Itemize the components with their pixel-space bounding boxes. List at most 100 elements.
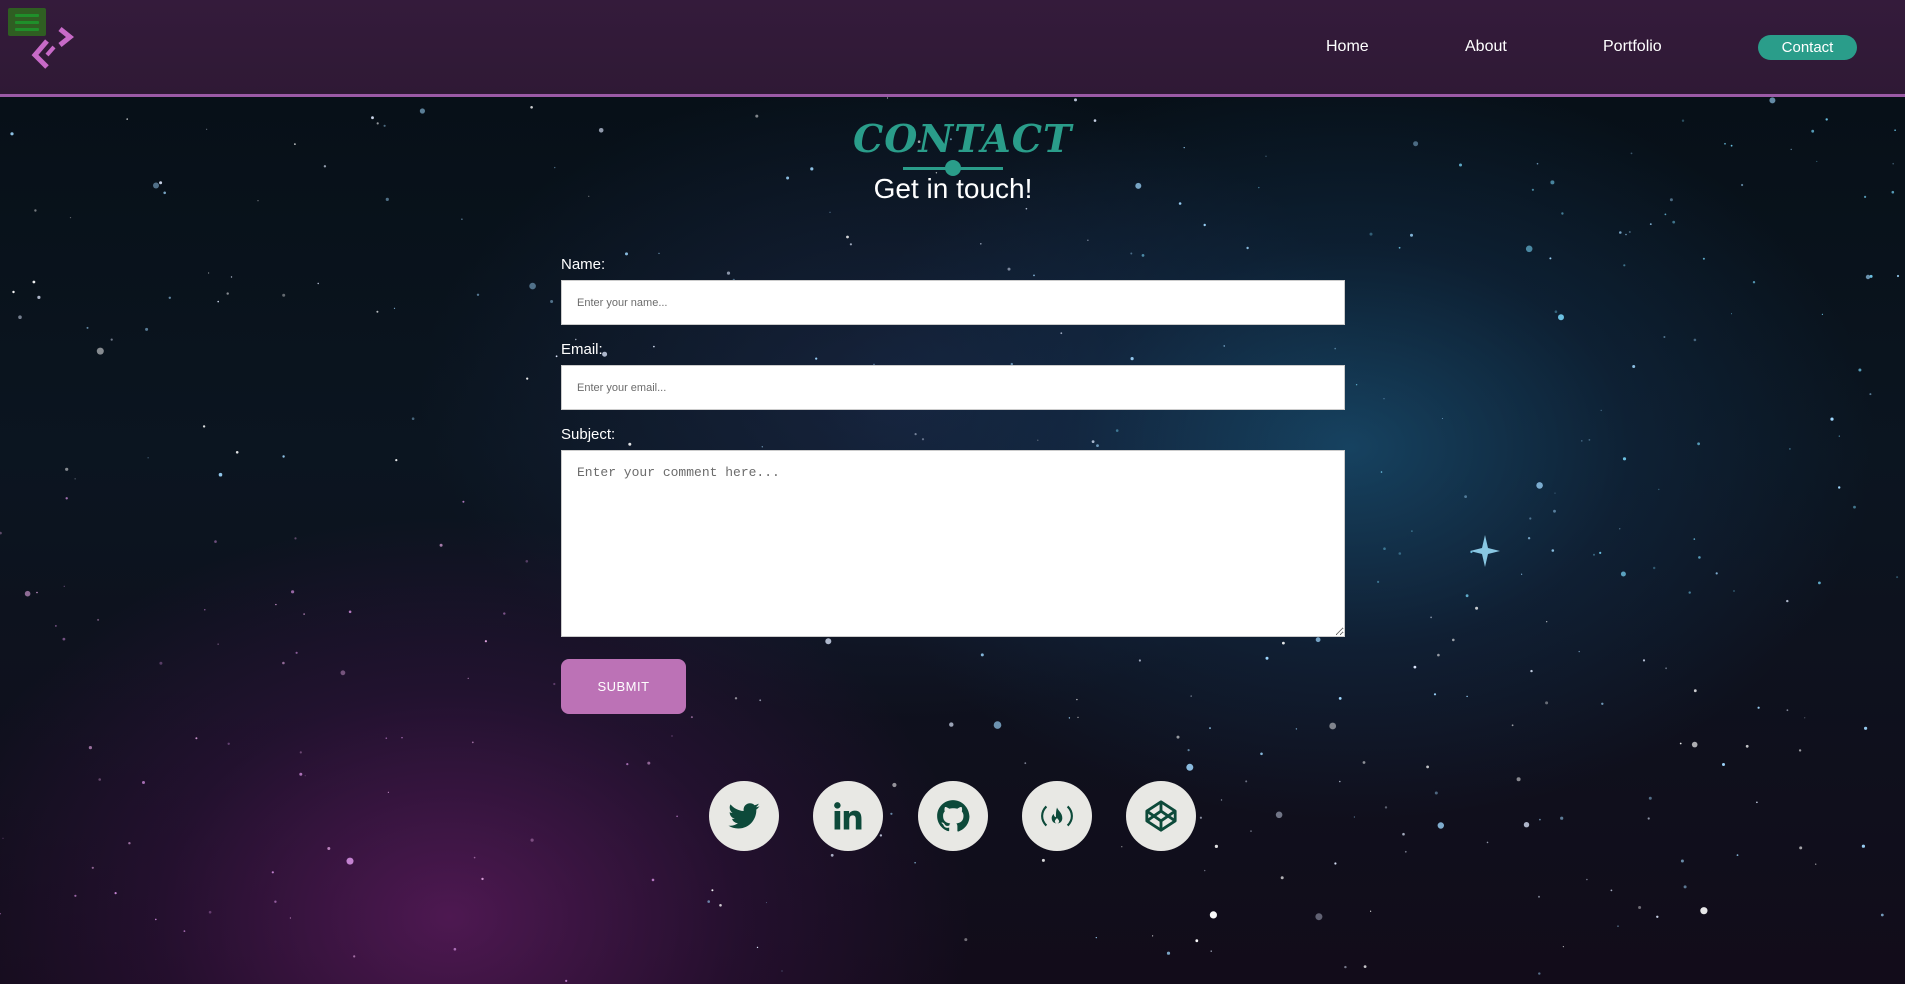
star <box>1656 915 1659 918</box>
star <box>1413 141 1419 147</box>
email-label: Email: <box>561 341 603 358</box>
star <box>1786 709 1789 712</box>
nav-about[interactable]: About <box>1465 34 1507 60</box>
code-brackets-logo-icon[interactable] <box>30 25 74 71</box>
star <box>1250 830 1252 832</box>
star <box>1665 667 1667 670</box>
star <box>1638 906 1642 909</box>
linkedin-icon[interactable] <box>813 781 883 851</box>
star <box>1578 650 1580 653</box>
star <box>1096 444 1099 447</box>
github-icon[interactable] <box>918 781 988 851</box>
star <box>1745 744 1749 748</box>
star <box>163 191 166 195</box>
star <box>651 878 655 882</box>
star <box>230 276 233 278</box>
star <box>473 856 476 859</box>
nav-contact-button[interactable]: Contact <box>1758 35 1857 60</box>
star <box>1648 796 1652 800</box>
star <box>1560 816 1564 820</box>
star <box>755 114 759 118</box>
submit-button[interactable]: SUBMIT <box>561 659 686 714</box>
nav-portfolio[interactable]: Portfolio <box>1603 34 1662 60</box>
star <box>385 737 388 739</box>
star <box>147 457 149 459</box>
star <box>1315 637 1321 643</box>
star <box>1486 841 1489 844</box>
star <box>36 591 38 594</box>
comment-textarea[interactable] <box>561 450 1345 637</box>
star <box>1620 571 1626 577</box>
star <box>1741 183 1744 187</box>
star <box>340 670 346 676</box>
star <box>1363 965 1367 968</box>
star <box>1536 482 1543 489</box>
star <box>1715 572 1718 575</box>
star <box>1152 935 1154 937</box>
star <box>98 778 101 781</box>
star <box>1265 656 1269 660</box>
star <box>467 677 469 680</box>
star <box>168 296 171 299</box>
star <box>1672 220 1676 224</box>
star <box>690 716 693 719</box>
star <box>1894 129 1896 131</box>
email-input[interactable] <box>561 365 1345 410</box>
star <box>1562 946 1564 948</box>
star <box>1663 336 1666 338</box>
star <box>393 307 396 309</box>
star <box>1369 232 1373 236</box>
star <box>1688 591 1691 594</box>
star <box>555 355 558 358</box>
star <box>810 167 814 171</box>
star <box>1437 653 1440 657</box>
twitter-icon[interactable] <box>709 781 779 851</box>
star <box>719 904 722 907</box>
star <box>1642 659 1646 662</box>
star <box>1068 717 1071 719</box>
star <box>1896 274 1900 278</box>
star <box>291 590 295 594</box>
star <box>1353 816 1355 818</box>
star <box>1529 517 1532 520</box>
star <box>282 293 286 297</box>
star <box>1437 822 1445 829</box>
star <box>1093 119 1097 122</box>
star <box>376 122 379 125</box>
star <box>1195 939 1199 943</box>
star <box>484 640 487 643</box>
star <box>0 913 1 915</box>
star <box>1697 442 1700 446</box>
star <box>317 282 319 285</box>
star <box>299 751 302 754</box>
star <box>1798 749 1802 752</box>
star <box>145 327 149 331</box>
star <box>846 235 849 239</box>
star <box>62 637 66 641</box>
star <box>1203 223 1206 227</box>
star <box>1628 231 1631 233</box>
star <box>1413 665 1417 669</box>
star <box>1434 791 1438 795</box>
star <box>781 970 783 972</box>
star <box>1880 913 1884 917</box>
star <box>1553 509 1556 513</box>
star <box>1033 274 1035 277</box>
star <box>765 902 767 904</box>
star <box>949 722 954 727</box>
star <box>74 478 76 480</box>
star <box>1411 530 1413 532</box>
star <box>1190 695 1192 697</box>
freecodecamp-icon[interactable] <box>1022 781 1092 851</box>
star <box>1698 556 1701 559</box>
name-input[interactable] <box>561 280 1345 325</box>
star <box>575 338 577 341</box>
star <box>1546 621 1548 623</box>
codepen-icon[interactable] <box>1126 781 1196 851</box>
star <box>886 97 889 99</box>
star <box>461 218 463 220</box>
star <box>1527 537 1531 540</box>
star <box>602 351 608 357</box>
nav-home[interactable]: Home <box>1326 34 1369 60</box>
star <box>1531 188 1534 191</box>
